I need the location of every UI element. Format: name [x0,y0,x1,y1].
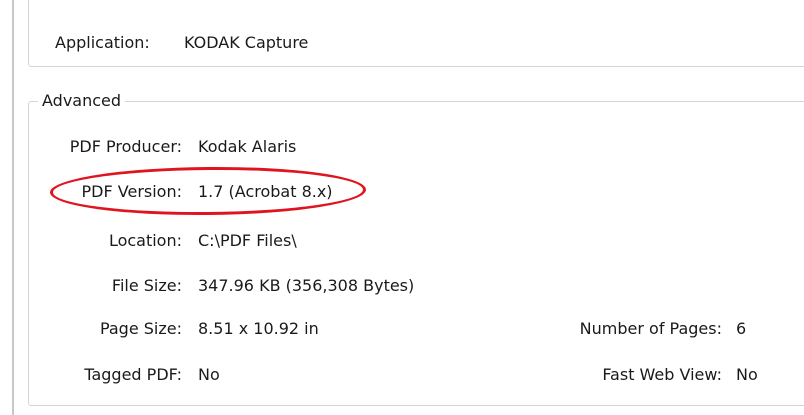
application-value: KODAK Capture [184,33,309,52]
fast-web-view-value: No [736,365,758,384]
file-size-value: 347.96 KB (356,308 Bytes) [198,276,415,295]
page-size-label: Page Size: [99,319,182,338]
application-label: Application: [55,33,150,52]
number-of-pages-value: 6 [736,319,747,338]
pdf-producer-label: PDF Producer: [69,137,182,156]
location-value: C:\PDF Files\ [198,231,297,250]
pdf-producer-value: Kodak Alaris [198,137,297,156]
tagged-pdf-label: Tagged PDF: [84,365,182,384]
advanced-legend: Advanced [38,91,126,111]
tagged-pdf-value: No [198,365,220,384]
window-left-border [12,0,14,415]
page-size-value: 8.51 x 10.92 in [198,319,319,338]
number-of-pages-label: Number of Pages: [579,319,722,338]
fast-web-view-label: Fast Web View: [602,365,722,384]
file-size-label: File Size: [111,276,182,295]
location-label: Location: [108,231,182,250]
